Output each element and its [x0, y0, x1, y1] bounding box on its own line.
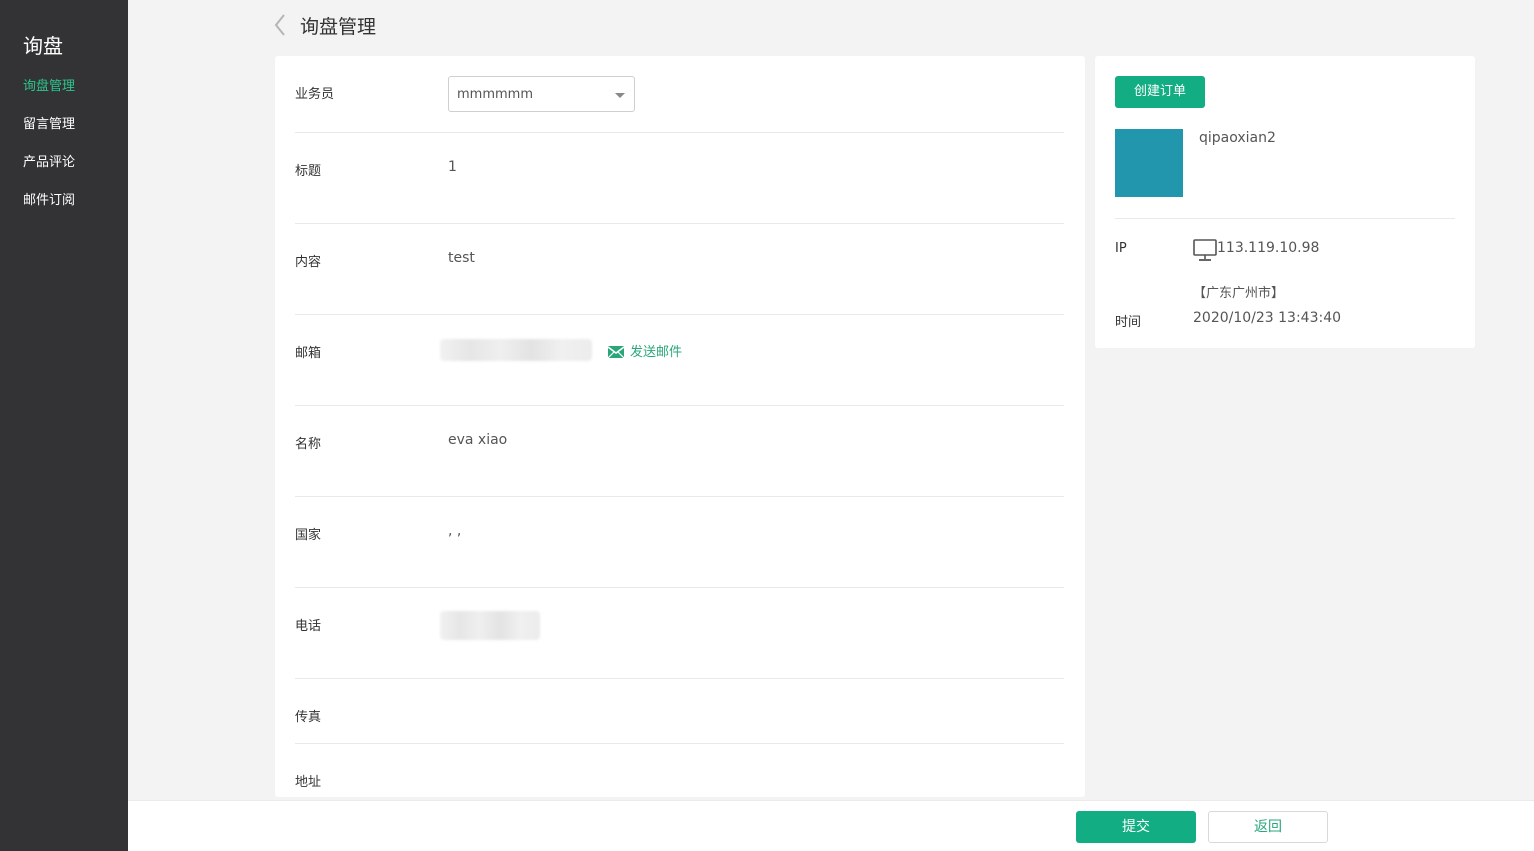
- inquiry-detail-form: 业务员 mmmmmm 标题 1 内容 test 邮箱 发送邮件 名称 eva x…: [275, 56, 1085, 797]
- divider: [1115, 218, 1455, 219]
- avatar: [1115, 129, 1183, 197]
- sidebar-item-email-subscription[interactable]: 邮件订阅: [23, 189, 75, 208]
- form-row-country: 国家 , ,: [295, 497, 1064, 588]
- sidebar-item-product-reviews[interactable]: 产品评论: [23, 151, 75, 170]
- fax-label: 传真: [295, 710, 322, 725]
- salesperson-select-value: mmmmmm: [457, 87, 533, 102]
- form-row-fax: 传真: [295, 679, 1064, 744]
- form-row-address: 地址: [295, 744, 1064, 797]
- time-value: 2020/10/23 13:43:40: [1193, 310, 1342, 326]
- submit-button[interactable]: 提交: [1076, 811, 1196, 843]
- ip-label: IP: [1115, 241, 1127, 256]
- page-header: 询盘管理: [272, 10, 376, 40]
- ip-location: 【广东广州市】: [1193, 286, 1285, 301]
- sidebar-item-inquiry-management[interactable]: 询盘管理: [23, 75, 75, 94]
- sidebar: 询盘 询盘管理 留言管理 产品评论 邮件订阅: [0, 0, 128, 851]
- salesperson-label: 业务员: [295, 87, 335, 102]
- caret-down-icon: [615, 93, 625, 98]
- content-value: test: [448, 250, 475, 266]
- sidebar-title: 询盘: [23, 34, 63, 58]
- form-row-content: 内容 test: [295, 224, 1064, 315]
- back-button[interactable]: 返回: [1208, 811, 1328, 843]
- title-value: 1: [448, 159, 457, 175]
- visitor-username: qipaoxian2: [1199, 130, 1276, 146]
- content-label: 内容: [295, 255, 322, 270]
- page-title: 询盘管理: [300, 15, 377, 38]
- form-row-salesperson: 业务员 mmmmmm: [295, 56, 1064, 133]
- address-label: 地址: [295, 775, 322, 790]
- form-row-phone: 电话: [295, 588, 1064, 679]
- country-label: 国家: [295, 528, 322, 543]
- title-label: 标题: [295, 164, 322, 179]
- footer-action-bar: 提交 返回: [128, 800, 1534, 851]
- mail-icon: [607, 344, 625, 358]
- name-label: 名称: [295, 437, 322, 452]
- phone-value-redacted: [440, 611, 540, 640]
- form-row-title: 标题 1: [295, 133, 1064, 224]
- send-email-button[interactable]: 发送邮件: [607, 341, 682, 360]
- time-label: 时间: [1115, 315, 1142, 330]
- email-label: 邮箱: [295, 346, 322, 361]
- create-order-button[interactable]: 创建订单: [1115, 76, 1205, 108]
- chevron-left-icon[interactable]: [272, 12, 290, 38]
- sidebar-item-message-management[interactable]: 留言管理: [23, 113, 75, 132]
- country-value: , ,: [448, 523, 462, 539]
- send-email-label: 发送邮件: [630, 345, 683, 360]
- salesperson-select[interactable]: mmmmmm: [448, 76, 635, 112]
- name-value: eva xiao: [448, 432, 508, 448]
- visitor-info-card: 创建订单 qipaoxian2 IP 113.119.10.98 【广东广州市】…: [1095, 56, 1475, 348]
- phone-label: 电话: [295, 619, 322, 634]
- form-row-name: 名称 eva xiao: [295, 406, 1064, 497]
- email-value-redacted: [440, 339, 592, 361]
- ip-value: 113.119.10.98: [1217, 240, 1320, 256]
- form-row-email: 邮箱 发送邮件: [295, 315, 1064, 406]
- monitor-icon: [1193, 238, 1217, 262]
